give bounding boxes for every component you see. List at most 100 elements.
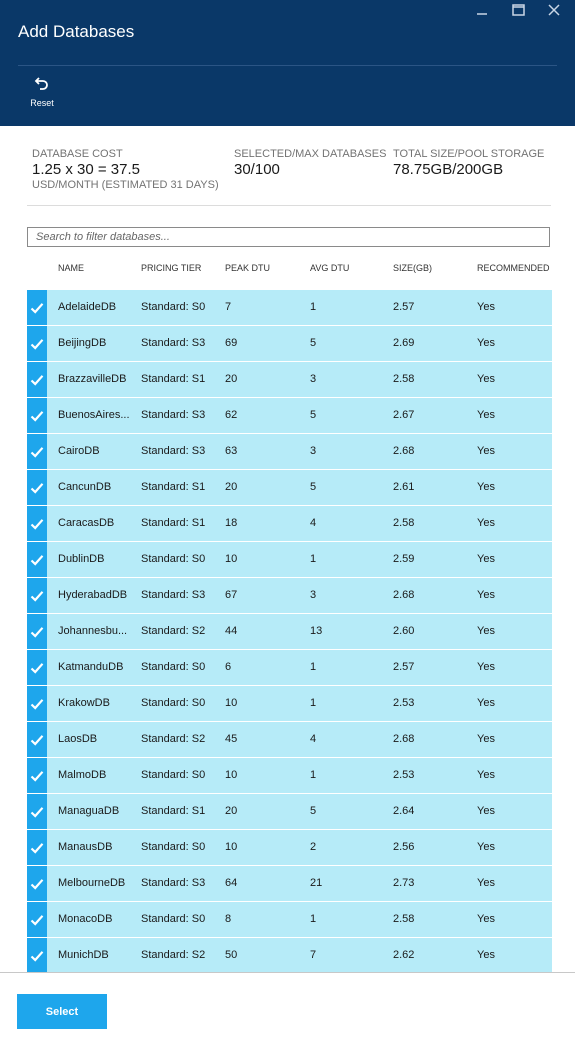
row-checkbox[interactable]: [27, 722, 47, 757]
checkmark-icon: [30, 374, 44, 386]
search-input[interactable]: [27, 227, 550, 247]
name-cell: BuenosAires...: [58, 409, 130, 421]
checkmark-icon: [30, 878, 44, 890]
peak-dtu-cell: 18: [225, 517, 238, 529]
table-row[interactable]: ManaguaDB Standard: S1 20 5 2.64 Yes: [27, 794, 552, 830]
checkmark-icon: [30, 590, 44, 602]
avg-dtu-cell: 4: [310, 733, 317, 745]
checkmark-icon: [30, 770, 44, 782]
row-checkbox[interactable]: [27, 326, 47, 361]
maximize-button[interactable]: [507, 2, 529, 18]
row-checkbox[interactable]: [27, 866, 47, 901]
column-header-size[interactable]: SIZE(GB): [393, 263, 432, 273]
blade-title: Add Databases: [18, 22, 135, 41]
recommended-cell: Yes: [477, 553, 495, 565]
tier-cell: Standard: S3: [141, 337, 206, 349]
recommended-cell: Yes: [477, 589, 495, 601]
peak-dtu-cell: 62: [225, 409, 238, 421]
table-row[interactable]: AdelaideDB Standard: S0 7 1 2.57 Yes: [27, 290, 552, 326]
reset-button[interactable]: Reset: [28, 75, 56, 108]
table-row[interactable]: BeijingDB Standard: S3 69 5 2.69 Yes: [27, 326, 552, 362]
peak-dtu-cell: 50: [225, 949, 238, 961]
recommended-cell: Yes: [477, 661, 495, 673]
avg-dtu-cell: 3: [310, 445, 317, 457]
checkmark-icon: [30, 662, 44, 674]
table-row[interactable]: MunichDB Standard: S2 50 7 2.62 Yes: [27, 938, 552, 974]
row-checkbox[interactable]: [27, 362, 47, 397]
recommended-cell: Yes: [477, 841, 495, 853]
tier-cell: Standard: S0: [141, 841, 206, 853]
tier-cell: Standard: S1: [141, 517, 206, 529]
storage-label: TOTAL SIZE/POOL STORAGE: [393, 148, 545, 160]
column-header-peak-dtu[interactable]: PEAK DTU: [225, 263, 270, 273]
table-row[interactable]: BuenosAires... Standard: S3 62 5 2.67 Yes: [27, 398, 552, 434]
cost-label: DATABASE COST: [32, 148, 123, 160]
table-row[interactable]: MelbourneDB Standard: S3 64 21 2.73 Yes: [27, 866, 552, 902]
tier-cell: Standard: S3: [141, 445, 206, 457]
row-checkbox[interactable]: [27, 902, 47, 937]
row-checkbox[interactable]: [27, 542, 47, 577]
table-row[interactable]: LaosDB Standard: S2 45 4 2.68 Yes: [27, 722, 552, 758]
size-cell: 2.57: [393, 301, 415, 313]
recommended-cell: Yes: [477, 877, 495, 889]
table-row[interactable]: DublinDB Standard: S0 10 1 2.59 Yes: [27, 542, 552, 578]
table-row[interactable]: ManausDB Standard: S0 10 2 2.56 Yes: [27, 830, 552, 866]
reset-label: Reset: [30, 98, 54, 108]
row-checkbox[interactable]: [27, 830, 47, 865]
peak-dtu-cell: 7: [225, 301, 232, 313]
checkmark-icon: [30, 302, 44, 314]
table-row[interactable]: KatmanduDB Standard: S0 6 1 2.57 Yes: [27, 650, 552, 686]
row-checkbox[interactable]: [27, 614, 47, 649]
row-checkbox[interactable]: [27, 578, 47, 613]
name-cell: DublinDB: [58, 553, 105, 565]
avg-dtu-cell: 7: [310, 949, 317, 961]
blade-header: Add Databases Reset: [0, 0, 575, 126]
column-header-avg-dtu[interactable]: AVG DTU: [310, 263, 349, 273]
row-checkbox[interactable]: [27, 470, 47, 505]
row-checkbox[interactable]: [27, 758, 47, 793]
row-checkbox[interactable]: [27, 686, 47, 721]
row-checkbox[interactable]: [27, 506, 47, 541]
table-row[interactable]: CaracasDB Standard: S1 18 4 2.58 Yes: [27, 506, 552, 542]
column-header-name[interactable]: NAME: [58, 263, 84, 273]
table-row[interactable]: HyderabadDB Standard: S3 67 3 2.68 Yes: [27, 578, 552, 614]
row-checkbox[interactable]: [27, 650, 47, 685]
avg-dtu-cell: 5: [310, 805, 317, 817]
checkmark-icon: [30, 410, 44, 422]
recommended-cell: Yes: [477, 445, 495, 457]
database-cost: DATABASE COST 1.25 x 30 = 37.5 USD/MONTH…: [32, 148, 219, 191]
peak-dtu-cell: 20: [225, 481, 238, 493]
row-checkbox[interactable]: [27, 794, 47, 829]
minimize-button[interactable]: [471, 2, 493, 18]
table-row[interactable]: MonacoDB Standard: S0 8 1 2.58 Yes: [27, 902, 552, 938]
table-row[interactable]: CancunDB Standard: S1 20 5 2.61 Yes: [27, 470, 552, 506]
avg-dtu-cell: 3: [310, 589, 317, 601]
column-header-tier[interactable]: PRICING TIER: [141, 263, 201, 273]
select-button[interactable]: Select: [17, 994, 107, 1029]
tier-cell: Standard: S1: [141, 373, 206, 385]
size-cell: 2.68: [393, 733, 415, 745]
table-row[interactable]: Johannesbu... Standard: S2 44 13 2.60 Yes: [27, 614, 552, 650]
size-cell: 2.62: [393, 949, 415, 961]
size-cell: 2.69: [393, 337, 415, 349]
recommended-cell: Yes: [477, 805, 495, 817]
table-row[interactable]: KrakowDB Standard: S0 10 1 2.53 Yes: [27, 686, 552, 722]
table-row[interactable]: CairoDB Standard: S3 63 3 2.68 Yes: [27, 434, 552, 470]
avg-dtu-cell: 5: [310, 409, 317, 421]
row-checkbox[interactable]: [27, 938, 47, 973]
name-cell: KatmanduDB: [58, 661, 124, 673]
size-cell: 2.58: [393, 373, 415, 385]
close-button[interactable]: [543, 2, 565, 18]
row-checkbox[interactable]: [27, 398, 47, 433]
tier-cell: Standard: S0: [141, 697, 206, 709]
table-row[interactable]: BrazzavilleDB Standard: S1 20 3 2.58 Yes: [27, 362, 552, 398]
selected-databases: SELECTED/MAX DATABASES 30/100: [234, 148, 386, 178]
name-cell: MunichDB: [58, 949, 109, 961]
row-checkbox[interactable]: [27, 290, 47, 325]
table-row[interactable]: MalmoDB Standard: S0 10 1 2.53 Yes: [27, 758, 552, 794]
row-checkbox[interactable]: [27, 434, 47, 469]
column-header-recommended[interactable]: RECOMMENDED: [477, 263, 550, 273]
avg-dtu-cell: 2: [310, 841, 317, 853]
name-cell: HyderabadDB: [58, 589, 128, 601]
window-controls: [471, 2, 565, 18]
